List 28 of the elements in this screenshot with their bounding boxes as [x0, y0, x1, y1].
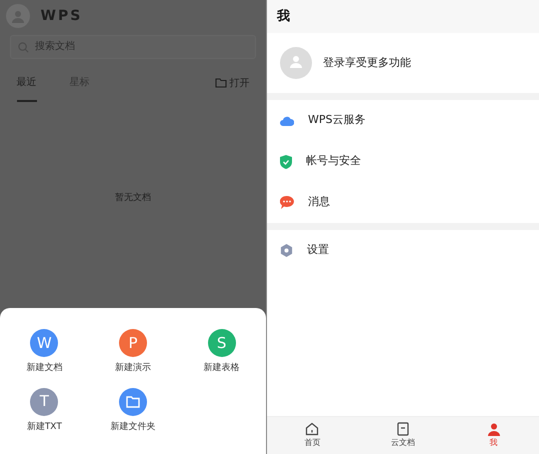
avatar-icon: [280, 47, 312, 79]
menu-item[interactable]: 帐号与安全: [267, 141, 539, 182]
file-type-icon: W: [30, 329, 58, 357]
home-icon: [305, 422, 320, 436]
page-title: 我: [267, 0, 539, 33]
create-item[interactable]: W 新建文档: [0, 328, 89, 376]
menu-item[interactable]: WPS云服务: [267, 100, 539, 141]
file-type-icon: S: [208, 329, 236, 357]
message-icon: [280, 196, 294, 209]
nav-tab[interactable]: 我: [448, 417, 539, 454]
create-item[interactable]: T 新建TXT: [0, 386, 89, 435]
document-icon: [397, 422, 409, 436]
create-item[interactable]: P 新建演示: [88, 328, 178, 376]
folder-icon: [214, 78, 227, 88]
menu-item[interactable]: 消息: [267, 182, 539, 223]
settings-icon: [280, 244, 293, 257]
menu-item[interactable]: 设置: [267, 230, 539, 271]
empty-text: 暂无文档: [114, 192, 152, 205]
create-item[interactable]: 新建文件夹: [88, 386, 178, 435]
shield-icon: [280, 154, 292, 168]
logo-text: WPS: [40, 6, 82, 26]
nav-tab[interactable]: 云文档: [358, 417, 448, 454]
file-type-icon: T: [30, 388, 58, 416]
file-type-icon: P: [118, 329, 147, 357]
nav-tab[interactable]: 首页: [267, 417, 358, 454]
create-item[interactable]: S 新建表格: [177, 328, 266, 376]
cloud-icon: [280, 116, 294, 126]
person-icon: [486, 422, 501, 436]
